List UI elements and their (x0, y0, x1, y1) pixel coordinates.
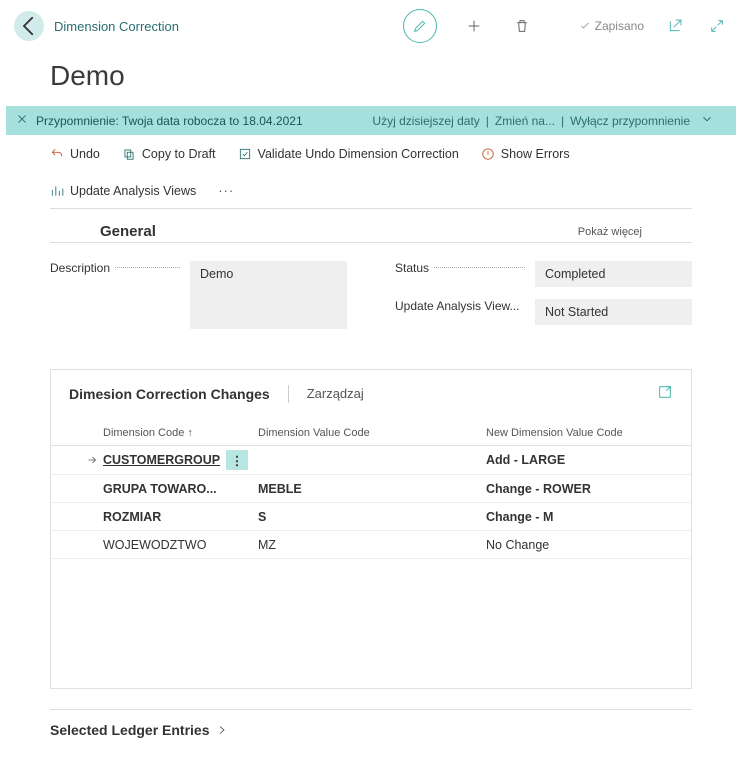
col-new-val[interactable]: New Dimension Value Code (486, 427, 673, 439)
cell-val[interactable]: MEBLE (258, 482, 486, 496)
cell-dim-code[interactable]: CUSTOMERGROUP (103, 453, 226, 467)
row-arrow-icon (81, 454, 103, 466)
table-row[interactable]: ROZMIAR SChange - M (51, 503, 691, 531)
saved-label-text: Zapisano (595, 19, 644, 33)
cell-new-val[interactable]: Change - M (486, 510, 673, 524)
more-actions-icon[interactable]: ··· (218, 183, 234, 198)
expand-button[interactable] (706, 15, 728, 37)
back-button[interactable] (14, 11, 44, 41)
page-title: Demo (0, 52, 742, 106)
action-undo[interactable]: Undo (50, 147, 100, 161)
general-section-title: General (100, 223, 578, 240)
reminder-bar: Przypomnienie: Twoja data robocza to 18.… (6, 106, 736, 135)
changes-table: Dimesion Correction Changes Zarządzaj Di… (50, 369, 692, 689)
close-reminder-icon[interactable] (16, 113, 28, 128)
reminder-link-today[interactable]: Użyj dzisiejszej daty (372, 114, 479, 128)
table-row[interactable]: CUSTOMERGROUP⋮ Add - LARGE (51, 446, 691, 475)
cell-new-val[interactable]: No Change (486, 538, 673, 552)
status-value: Completed (535, 261, 692, 287)
breadcrumb: Dimension Correction (54, 19, 403, 34)
show-more-link[interactable]: Pokaż więcej (578, 226, 642, 238)
action-copy-draft[interactable]: Copy to Draft (122, 147, 216, 161)
reminder-message: Przypomnienie: Twoja data robocza to 18.… (36, 114, 372, 128)
saved-status: Zapisano (579, 19, 644, 33)
table-row[interactable]: WOJEWODZTWO MZNo Change (51, 531, 691, 559)
status-label: Status (395, 261, 525, 275)
ledger-entries-toggle[interactable]: Selected Ledger Entries (50, 722, 692, 738)
cell-new-val[interactable]: Change - ROWER (486, 482, 673, 496)
expand-table-icon[interactable] (657, 384, 673, 403)
edit-button[interactable] (403, 9, 437, 43)
row-menu-icon[interactable]: ⋮ (226, 450, 248, 470)
changes-title: Dimesion Correction Changes (69, 386, 270, 402)
delete-button[interactable] (511, 15, 533, 37)
reminder-chevron-icon[interactable] (700, 112, 714, 129)
col-val-code[interactable]: Dimension Value Code (258, 427, 486, 439)
cell-dim-code[interactable]: WOJEWODZTWO (103, 538, 226, 552)
update-views-label: Update Analysis View... (395, 299, 525, 313)
reminder-link-change[interactable]: Zmień na... (495, 114, 555, 128)
reminder-link-off[interactable]: Wyłącz przypomnienie (570, 114, 690, 128)
action-show-errors[interactable]: Show Errors (481, 147, 570, 161)
share-button[interactable] (664, 15, 686, 37)
action-update-views[interactable]: Update Analysis Views (50, 184, 196, 198)
col-dim-code[interactable]: Dimension Code ↑ (103, 427, 258, 439)
cell-new-val[interactable]: Add - LARGE (486, 453, 673, 467)
changes-manage[interactable]: Zarządzaj (307, 386, 364, 401)
cell-dim-code[interactable]: GRUPA TOWARO... (103, 482, 226, 496)
table-row[interactable]: GRUPA TOWARO... MEBLEChange - ROWER (51, 475, 691, 503)
cell-val[interactable]: MZ (258, 538, 486, 552)
cell-val[interactable]: S (258, 510, 486, 524)
description-label: Description (50, 261, 180, 275)
description-value[interactable]: Demo (190, 261, 347, 329)
new-button[interactable] (463, 15, 485, 37)
cell-dim-code[interactable]: ROZMIAR (103, 510, 226, 524)
action-bar: Undo Copy to Draft Validate Undo Dimensi… (50, 147, 692, 209)
update-views-value: Not Started (535, 299, 692, 325)
action-validate[interactable]: Validate Undo Dimension Correction (238, 147, 459, 161)
